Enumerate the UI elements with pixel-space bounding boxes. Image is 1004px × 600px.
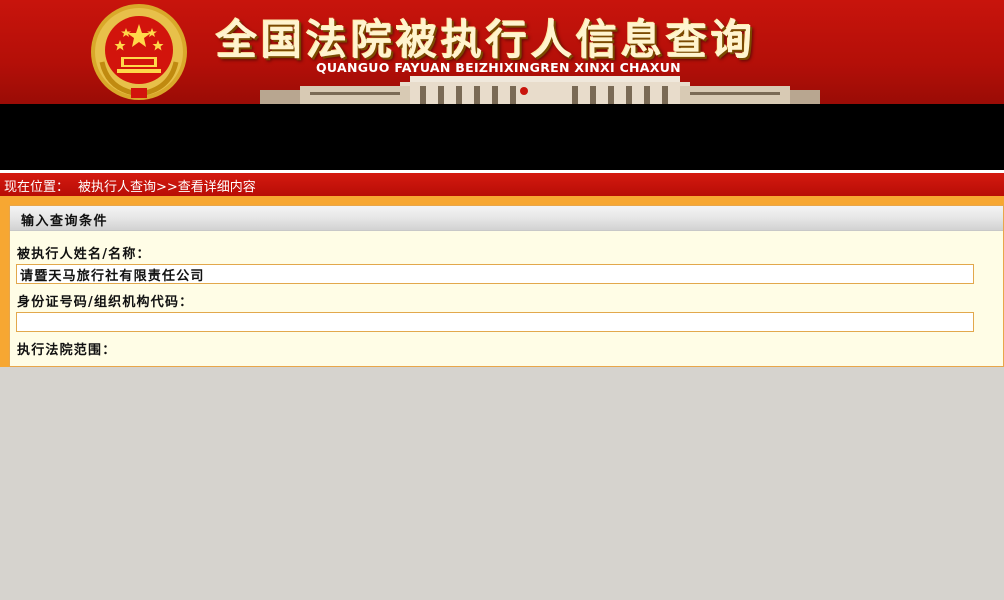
site-title: 全国法院被执行人信息查询 bbox=[216, 16, 756, 64]
court-scope-label: 执行法院范围： bbox=[17, 343, 117, 358]
panel-header: 输入查询条件 bbox=[10, 206, 1003, 231]
breadcrumb-link[interactable]: 被执行人查询>>查看详细内容 bbox=[69, 180, 256, 195]
panel-title: 输入查询条件 bbox=[21, 214, 109, 229]
breadcrumb-label: 现在位置： bbox=[4, 180, 70, 195]
id-label: 身份证号码/组织机构代码： bbox=[17, 295, 194, 310]
court-building-image bbox=[260, 76, 820, 104]
query-panel: 输入查询条件 被执行人姓名/名称： 身份证号码/组织机构代码： 执行法院范围： bbox=[9, 205, 1004, 367]
name-input[interactable] bbox=[16, 264, 974, 284]
breadcrumb: 现在位置： 被执行人查询>>查看详细内容 bbox=[0, 173, 1004, 196]
national-emblem-icon bbox=[91, 4, 187, 100]
name-label: 被执行人姓名/名称： bbox=[17, 247, 151, 262]
site-banner: 全国法院被执行人信息查询 QUANGUO FAYUAN BEIZHIXINGRE… bbox=[0, 0, 1004, 104]
banner-black-strip bbox=[0, 104, 1004, 170]
id-input[interactable] bbox=[16, 312, 974, 332]
